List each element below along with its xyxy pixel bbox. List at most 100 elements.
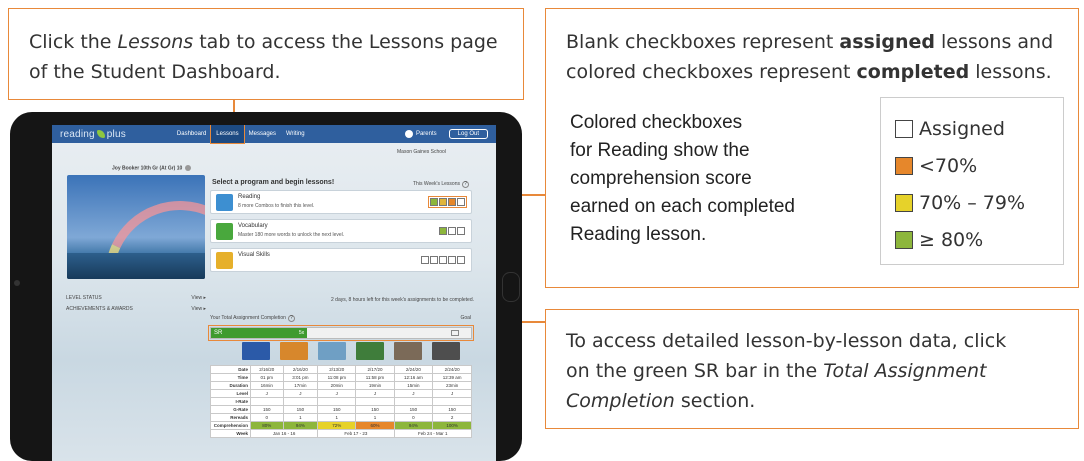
desc-line: earned on each completed bbox=[570, 196, 795, 217]
score-cell: 94% bbox=[282, 421, 319, 430]
cell: 2 bbox=[432, 413, 472, 422]
score-cell: 72% bbox=[317, 421, 357, 430]
legend-item: <70% bbox=[895, 147, 1049, 184]
total-assignment-title: Your Total Assignment Completion? bbox=[210, 315, 295, 322]
school-name: Mason Gaines School bbox=[397, 149, 446, 155]
view-link[interactable]: View ▸ bbox=[191, 295, 206, 301]
program-vocabulary[interactable]: Vocabulary Master 180 more words to unlo… bbox=[210, 219, 472, 243]
cell: 0 bbox=[393, 413, 434, 422]
achievements-link[interactable]: ACHIEVEMENTS & AWARDS View ▸ bbox=[66, 306, 206, 312]
select-program-title: Select a program and begin lessons! bbox=[212, 179, 335, 186]
cell: 1 bbox=[317, 413, 357, 422]
score-cell: 100% bbox=[432, 421, 472, 430]
user-name: Joy Booker 10th Gr (At Gr) 10 bbox=[112, 165, 192, 171]
cell bbox=[282, 397, 319, 406]
nav-messages[interactable]: Messages bbox=[244, 125, 281, 143]
week-cell: Jan 16 - 16 bbox=[249, 429, 319, 438]
nav-lessons[interactable]: Lessons bbox=[210, 125, 245, 144]
program-visual-skills[interactable]: Visual Skills bbox=[210, 248, 472, 272]
lesson-thumbnails bbox=[242, 342, 460, 360]
cell: 1 bbox=[282, 413, 319, 422]
program-name: Visual Skills bbox=[238, 252, 270, 258]
legend-item: Assigned bbox=[895, 110, 1049, 147]
callout-bottom-line3: Completion section. bbox=[566, 386, 1058, 416]
cell: 150 bbox=[250, 405, 284, 414]
cell: 1 bbox=[355, 413, 395, 422]
logout-button[interactable]: Log Out bbox=[448, 129, 488, 139]
row-header: Week bbox=[210, 429, 251, 438]
lesson-thumb[interactable] bbox=[432, 342, 460, 360]
table-row: Date 2/16/20 2/16/20 2/13/20 2/17/20 2/24/20 2… bbox=[210, 365, 472, 374]
lesson-thumb[interactable] bbox=[356, 342, 384, 360]
text: Click the bbox=[29, 31, 118, 53]
sr-label: SR bbox=[214, 330, 223, 336]
tablet-device: reading plus Dashboard Lessons Messages W… bbox=[10, 112, 522, 461]
cell bbox=[393, 397, 434, 406]
cell: 12:39 am bbox=[432, 373, 472, 382]
emphasis: Completion bbox=[566, 390, 675, 412]
nav-dashboard[interactable]: Dashboard bbox=[172, 125, 211, 143]
view-link[interactable]: View ▸ bbox=[191, 306, 206, 312]
legend-label: ≥ 80% bbox=[919, 228, 984, 251]
help-icon[interactable]: ? bbox=[462, 181, 469, 188]
label: LEVEL STATUS bbox=[66, 295, 102, 301]
student-dashboard-screen: reading plus Dashboard Lessons Messages W… bbox=[52, 125, 496, 461]
row-header: Time bbox=[210, 373, 251, 382]
cell: 150 bbox=[432, 405, 472, 414]
sr-bar-fill[interactable]: SR 5x bbox=[211, 328, 308, 338]
cell: 15min bbox=[393, 381, 434, 390]
cell: 12:16 am bbox=[393, 373, 434, 382]
row-header: Level bbox=[210, 389, 251, 398]
nav-writing[interactable]: Writing bbox=[281, 125, 310, 143]
settings-icon[interactable] bbox=[185, 165, 192, 171]
reading-checkboxes bbox=[428, 196, 467, 208]
cell: 150 bbox=[393, 405, 434, 414]
vocabulary-icon bbox=[216, 223, 233, 240]
sea-shape bbox=[67, 253, 205, 279]
cell: 2/16/20 bbox=[250, 365, 284, 374]
help-icon[interactable]: ? bbox=[287, 315, 295, 322]
label: ACHIEVEMENTS & AWARDS bbox=[66, 306, 133, 312]
lesson-data-table: Date 2/16/20 2/16/20 2/13/20 2/17/20 2/24/20 2… bbox=[210, 365, 473, 438]
sr-completion-bar[interactable]: SR 5x bbox=[208, 325, 474, 341]
row-header: Date bbox=[210, 365, 251, 374]
cell: 2/16/20 bbox=[282, 365, 319, 374]
program-reading[interactable]: Reading 8 more Combos to finish this lev… bbox=[210, 190, 472, 214]
row-header: I-Rate bbox=[210, 397, 251, 406]
callout-right-line2: colored checkboxes represent completed l… bbox=[566, 57, 1058, 87]
lesson-thumb[interactable] bbox=[394, 342, 422, 360]
emphasis: Total Assignment bbox=[823, 360, 987, 382]
checkbox-legend: Assigned <70% 70% – 79% ≥ 80% bbox=[880, 97, 1064, 265]
visual-skills-icon bbox=[216, 252, 233, 269]
reading-plus-logo: reading plus bbox=[60, 129, 126, 140]
bold-assigned: assigned bbox=[839, 31, 935, 53]
score-cell: 60% bbox=[355, 421, 395, 430]
cell bbox=[355, 397, 395, 406]
table-row: I-Rate bbox=[210, 397, 472, 406]
checkbox-completed bbox=[448, 198, 456, 206]
program-sub: Master 180 more words to unlock the next… bbox=[238, 232, 345, 238]
legend-label: <70% bbox=[919, 154, 978, 177]
parents-link[interactable]: Parents bbox=[404, 130, 437, 138]
lesson-thumb[interactable] bbox=[318, 342, 346, 360]
cell: 16min bbox=[250, 381, 284, 390]
goal-label: Goal bbox=[460, 315, 471, 321]
program-name: Vocabulary bbox=[238, 223, 268, 229]
checkbox-assigned bbox=[439, 256, 447, 264]
cell bbox=[250, 397, 284, 406]
week-cell: Feb 17 - 23 bbox=[317, 429, 395, 438]
checkbox-assigned bbox=[457, 227, 465, 235]
level-status-link[interactable]: LEVEL STATUS View ▸ bbox=[66, 295, 206, 301]
cell: J bbox=[282, 389, 319, 398]
sr-value: 5x bbox=[298, 330, 305, 336]
logo-text: reading bbox=[60, 128, 95, 140]
swatch-70-79 bbox=[895, 193, 913, 212]
lesson-thumb[interactable] bbox=[242, 342, 270, 360]
lesson-thumb[interactable] bbox=[280, 342, 308, 360]
checkbox-assigned bbox=[421, 256, 429, 264]
cell: 20min bbox=[317, 381, 357, 390]
checkbox-assigned bbox=[457, 198, 465, 206]
callout-bottom-line1: To access detailed lesson-by-lesson data… bbox=[566, 330, 1007, 352]
label: This Week's Lessons bbox=[413, 181, 460, 187]
cell: 3:01 pm bbox=[282, 373, 319, 382]
